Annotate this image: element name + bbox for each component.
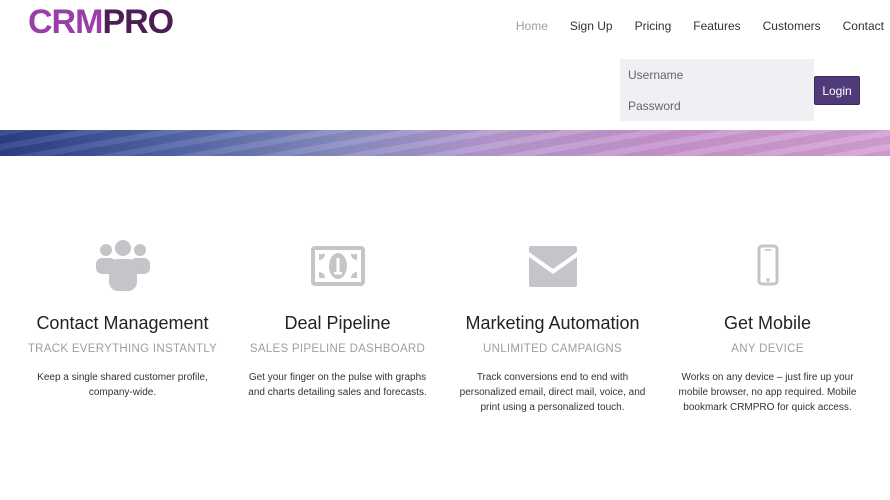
top-nav: Home Sign Up Pricing Features Customers … bbox=[494, 18, 884, 34]
mobile-icon bbox=[757, 244, 778, 286]
feature-marketing-automation: Marketing Automation UNLIMITED CAMPAIGNS… bbox=[445, 236, 660, 436]
login-form bbox=[620, 59, 816, 121]
nav-home[interactable]: Home bbox=[516, 18, 548, 34]
feature-title: Deal Pipeline bbox=[284, 313, 391, 333]
feature-subtitle: TRACK EVERYTHING INSTANTLY bbox=[27, 343, 218, 355]
money-icon bbox=[310, 246, 365, 286]
feature-title: Contact Management bbox=[36, 313, 209, 333]
nav-customers[interactable]: Customers bbox=[763, 18, 821, 34]
feature-description: Works on any device – just fire up your … bbox=[678, 372, 857, 413]
hero-banner-strip bbox=[0, 130, 890, 156]
feature-subtitle: SALES PIPELINE DASHBOARD bbox=[249, 343, 426, 355]
features-section: Contact Management TRACK EVERYTHING INST… bbox=[15, 236, 875, 436]
crmpro-logo[interactable]: CRMPRO bbox=[28, 2, 174, 42]
feature-subtitle: ANY DEVICE bbox=[731, 343, 804, 355]
feature-description: Get your finger on the pulse with graphs… bbox=[248, 372, 427, 398]
feature-get-mobile: Get Mobile ANY DEVICE Works on any devic… bbox=[660, 236, 875, 436]
feature-title: Marketing Automation bbox=[465, 313, 640, 333]
nav-features[interactable]: Features bbox=[693, 18, 740, 34]
feature-deal-pipeline: Deal Pipeline SALES PIPELINE DASHBOARD G… bbox=[230, 236, 445, 436]
login-button[interactable]: Login bbox=[814, 76, 860, 105]
logo-part-pro: PRO bbox=[102, 3, 174, 41]
feature-contact-management: Contact Management TRACK EVERYTHING INST… bbox=[15, 236, 230, 436]
users-icon bbox=[95, 240, 150, 291]
envelope-icon bbox=[528, 246, 577, 287]
feature-title: Get Mobile bbox=[723, 313, 812, 333]
password-input[interactable] bbox=[620, 92, 816, 120]
feature-description: Keep a single shared customer profile, c… bbox=[37, 372, 208, 398]
nav-sign-up[interactable]: Sign Up bbox=[570, 18, 613, 34]
nav-pricing[interactable]: Pricing bbox=[635, 18, 672, 34]
nav-contact[interactable]: Contact bbox=[843, 18, 884, 34]
logo-part-crm: CRM bbox=[28, 3, 103, 41]
feature-subtitle: UNLIMITED CAMPAIGNS bbox=[482, 343, 623, 355]
username-input[interactable] bbox=[620, 61, 816, 89]
feature-description: Track conversions end to end with person… bbox=[459, 372, 646, 413]
